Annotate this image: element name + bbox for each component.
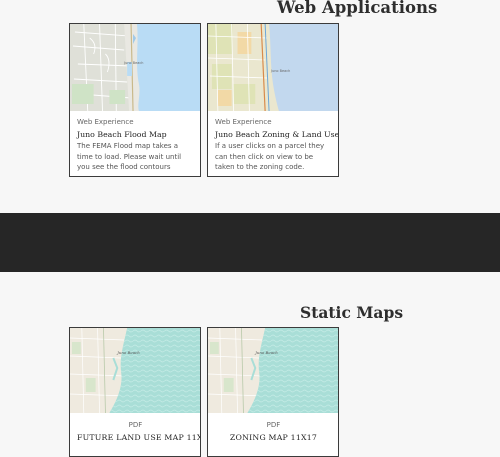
web-applications-heading: Web Applications [277, 0, 438, 17]
card-description: If a user clicks on a parcel they can th… [215, 142, 325, 171]
future-land-use-map-card[interactable]: Juno Beach PDF FUTURE LAND USE MAP 11X17 [69, 327, 201, 457]
card-type-label: PDF [128, 421, 143, 429]
dark-divider-band [0, 213, 500, 272]
zoning-land-use-card[interactable]: Juno Beach Web Experience Juno Beach Zon… [207, 23, 339, 177]
card-title: Juno Beach Flood Map [77, 130, 167, 139]
svg-text:Juno Beach: Juno Beach [116, 350, 140, 355]
card-type-label: Web Experience [215, 118, 272, 126]
static-maps-heading: Static Maps [300, 303, 404, 322]
zoning-map-thumbnail: Juno Beach [208, 24, 338, 111]
card-title: FUTURE LAND USE MAP 11X17 [77, 433, 201, 442]
flood-map-thumbnail: Juno Beach [70, 24, 200, 111]
card-title: Juno Beach Zoning & Land Use [215, 130, 339, 139]
future-land-use-map-thumbnail: Juno Beach [70, 328, 200, 413]
card-description: The FEMA Flood map takes a time to load.… [77, 142, 182, 176]
card-type-label: Web Experience [77, 118, 134, 126]
zoning-map-card[interactable]: Juno Beach PDF ZONING MAP 11X17 [207, 327, 339, 457]
zoning-map-pdf-thumbnail: Juno Beach [208, 328, 338, 413]
card-title: ZONING MAP 11X17 [229, 433, 318, 442]
card-type-label: PDF [266, 421, 281, 429]
svg-text:Juno Beach: Juno Beach [123, 61, 143, 65]
flood-map-card[interactable]: Juno Beach Web Experience Juno Beach Flo… [69, 23, 201, 177]
svg-text:Juno Beach: Juno Beach [270, 69, 290, 73]
svg-text:Juno Beach: Juno Beach [254, 350, 278, 355]
